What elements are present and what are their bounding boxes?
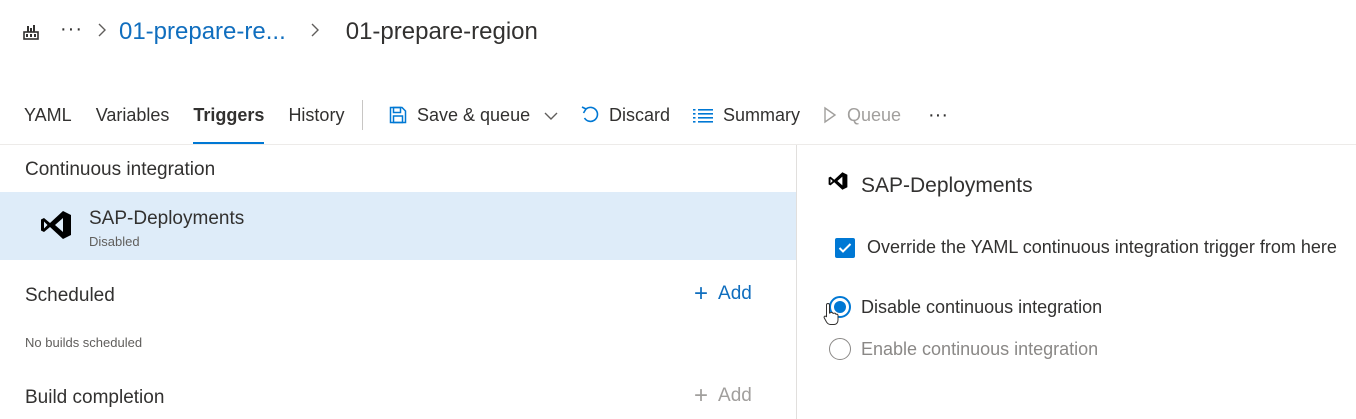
- visual-studio-icon: [40, 209, 72, 246]
- save-queue-label: Save & queue: [417, 104, 531, 125]
- pipeline-icon[interactable]: [20, 21, 42, 43]
- visual-studio-icon: [828, 171, 848, 196]
- hand-cursor-icon: [823, 302, 839, 331]
- tab-bar: YAML Variables Triggers History: [0, 96, 344, 144]
- scheduled-section-heading: Scheduled: [25, 285, 115, 306]
- ci-repo-status: Disabled: [89, 234, 140, 249]
- enable-ci-radio[interactable]: [829, 338, 851, 360]
- save-queue-button[interactable]: Save & queue: [388, 96, 558, 134]
- disable-ci-option[interactable]: Disable continuous integration: [829, 296, 1102, 318]
- build-completion-section-heading: Build completion: [25, 387, 165, 408]
- page-title: 01-prepare-region: [345, 18, 538, 45]
- undo-icon: [580, 105, 600, 125]
- pane-divider: [796, 145, 797, 419]
- tab-variables[interactable]: Variables: [96, 96, 170, 134]
- summary-label: Summary: [723, 104, 801, 125]
- queue-button[interactable]: Queue: [822, 96, 901, 134]
- override-checkbox-row[interactable]: Override the YAML continuous integration…: [835, 237, 1337, 258]
- ci-section-heading: Continuous integration: [25, 159, 216, 180]
- tab-history[interactable]: History: [288, 96, 344, 134]
- discard-button[interactable]: Discard: [580, 96, 670, 134]
- override-label: Override the YAML continuous integration…: [867, 237, 1337, 257]
- add-schedule-label: Add: [718, 283, 752, 304]
- enable-ci-label: Enable continuous integration: [861, 338, 1099, 359]
- override-checkbox[interactable]: [835, 237, 855, 258]
- header-divider: [0, 144, 1356, 145]
- breadcrumb-more-button[interactable]: ···: [60, 19, 83, 45]
- plus-icon: +: [694, 382, 709, 409]
- more-actions-button[interactable]: ···: [928, 96, 948, 134]
- chevron-right-icon: [310, 22, 320, 43]
- tab-triggers[interactable]: Triggers: [193, 96, 265, 144]
- chevron-down-icon: [544, 105, 558, 126]
- detail-title: SAP-Deployments: [861, 174, 1033, 197]
- enable-ci-option[interactable]: Enable continuous integration: [829, 338, 1098, 360]
- queue-label: Queue: [847, 104, 902, 125]
- add-schedule-button[interactable]: + Add: [694, 282, 752, 306]
- breadcrumb: ··· 01-prepare-re... 01-prepare-region: [20, 14, 538, 50]
- checkmark-icon: [838, 242, 852, 253]
- save-icon: [388, 105, 408, 125]
- play-icon: [822, 106, 838, 124]
- add-build-completion-label: Add: [718, 385, 752, 406]
- toolbar-divider: [362, 100, 363, 130]
- ci-repo-name: SAP-Deployments: [89, 208, 245, 229]
- list-icon: [692, 106, 714, 124]
- disable-ci-label: Disable continuous integration: [861, 296, 1103, 317]
- ci-repo-item[interactable]: SAP-Deployments Disabled: [0, 192, 796, 260]
- add-build-completion-button[interactable]: + Add: [694, 384, 752, 408]
- chevron-right-icon: [97, 22, 107, 43]
- plus-icon: +: [694, 280, 709, 307]
- summary-button[interactable]: Summary: [692, 96, 800, 134]
- breadcrumb-parent-link[interactable]: 01-prepare-re...: [119, 18, 286, 46]
- no-builds-text: No builds scheduled: [25, 335, 143, 350]
- tab-yaml[interactable]: YAML: [24, 96, 72, 134]
- discard-label: Discard: [609, 104, 671, 125]
